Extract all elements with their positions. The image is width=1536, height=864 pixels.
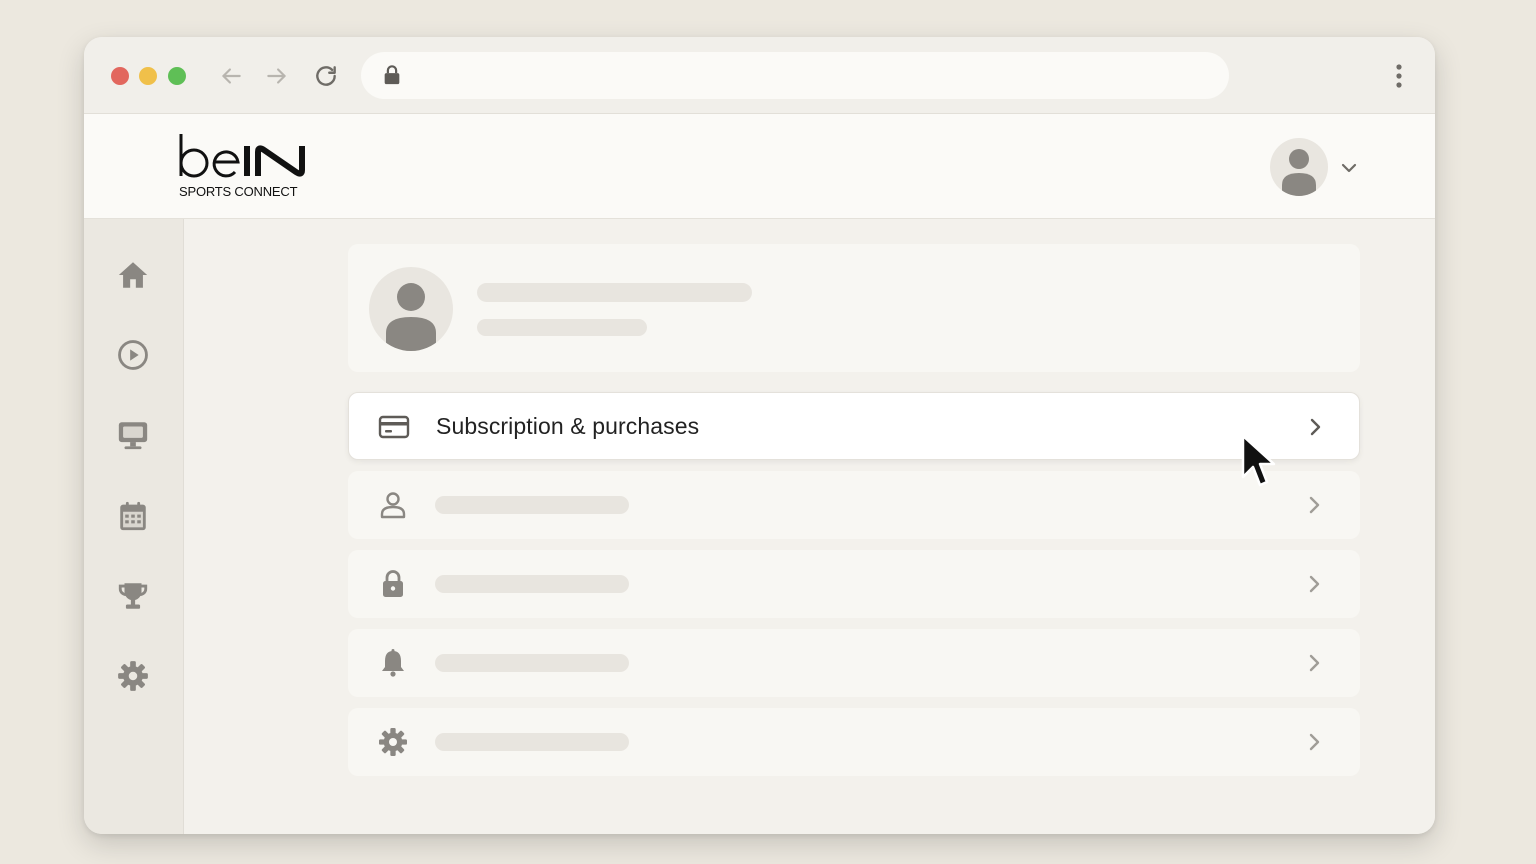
row-label-placeholder bbox=[435, 575, 629, 593]
maximize-window-button[interactable] bbox=[168, 67, 186, 85]
trophy-icon bbox=[118, 583, 148, 609]
minimize-window-button[interactable] bbox=[139, 67, 157, 85]
chevron-right-icon bbox=[1309, 575, 1320, 593]
chevron-right-icon bbox=[1310, 418, 1321, 436]
close-window-button[interactable] bbox=[111, 67, 129, 85]
chevron-down-icon[interactable] bbox=[1340, 159, 1358, 177]
home-icon bbox=[118, 262, 148, 288]
profile-card bbox=[348, 244, 1360, 372]
bell-icon bbox=[376, 647, 410, 679]
row-label: Subscription & purchases bbox=[436, 413, 700, 439]
sidebar-item-tv[interactable] bbox=[115, 417, 151, 453]
sidebar-item-calendar[interactable] bbox=[115, 498, 151, 534]
gear-icon bbox=[376, 726, 410, 758]
row-label-placeholder bbox=[435, 733, 629, 751]
settings-row-profile[interactable] bbox=[348, 471, 1360, 539]
mouse-cursor-icon bbox=[1241, 434, 1276, 487]
chevron-right-icon bbox=[1309, 496, 1320, 514]
subscription-purchases-row[interactable]: Subscription & purchases bbox=[348, 392, 1360, 460]
profile-name-placeholder bbox=[477, 283, 752, 302]
person-icon bbox=[386, 283, 436, 351]
settings-row-preferences[interactable] bbox=[348, 708, 1360, 776]
site-header: SPORTS CONNECT bbox=[84, 114, 1435, 219]
credit-card-icon bbox=[377, 411, 411, 443]
row-label-placeholder bbox=[435, 654, 629, 672]
reload-icon bbox=[316, 66, 336, 86]
forward-button[interactable] bbox=[262, 61, 292, 91]
sidebar-item-play[interactable] bbox=[115, 337, 151, 373]
browser-window: SPORTS CONNECT Subscription & purchases bbox=[84, 37, 1435, 834]
settings-row-security[interactable] bbox=[348, 550, 1360, 618]
chevron-right-icon bbox=[1309, 654, 1320, 672]
sidebar-item-settings[interactable] bbox=[115, 658, 151, 694]
more-vert-icon[interactable] bbox=[1389, 61, 1409, 91]
logo-subtitle: SPORTS CONNECT bbox=[179, 184, 298, 199]
address-bar[interactable] bbox=[361, 52, 1229, 99]
play-circle-icon bbox=[118, 340, 148, 370]
arrow-right-icon bbox=[267, 68, 286, 84]
profile-avatar bbox=[369, 267, 453, 351]
calendar-icon bbox=[120, 501, 146, 531]
person-icon bbox=[1282, 149, 1316, 196]
browser-toolbar bbox=[84, 37, 1435, 114]
chevron-right-icon bbox=[1309, 733, 1320, 751]
profile-email-placeholder bbox=[477, 319, 647, 336]
row-label-placeholder bbox=[435, 496, 629, 514]
settings-icon bbox=[118, 661, 148, 691]
tv-icon bbox=[118, 422, 148, 450]
account-content: Subscription & purchases bbox=[184, 219, 1435, 834]
person-icon bbox=[376, 489, 410, 521]
account-avatar-button[interactable] bbox=[1270, 138, 1328, 196]
sidebar bbox=[84, 219, 184, 834]
settings-row-notifications[interactable] bbox=[348, 629, 1360, 697]
lock-icon bbox=[384, 65, 400, 85]
arrow-left-icon bbox=[222, 68, 241, 84]
lock-icon bbox=[376, 568, 410, 600]
sidebar-item-trophy[interactable] bbox=[115, 578, 151, 614]
sidebar-item-home[interactable] bbox=[115, 257, 151, 293]
back-button[interactable] bbox=[216, 61, 246, 91]
reload-button[interactable] bbox=[311, 61, 341, 91]
